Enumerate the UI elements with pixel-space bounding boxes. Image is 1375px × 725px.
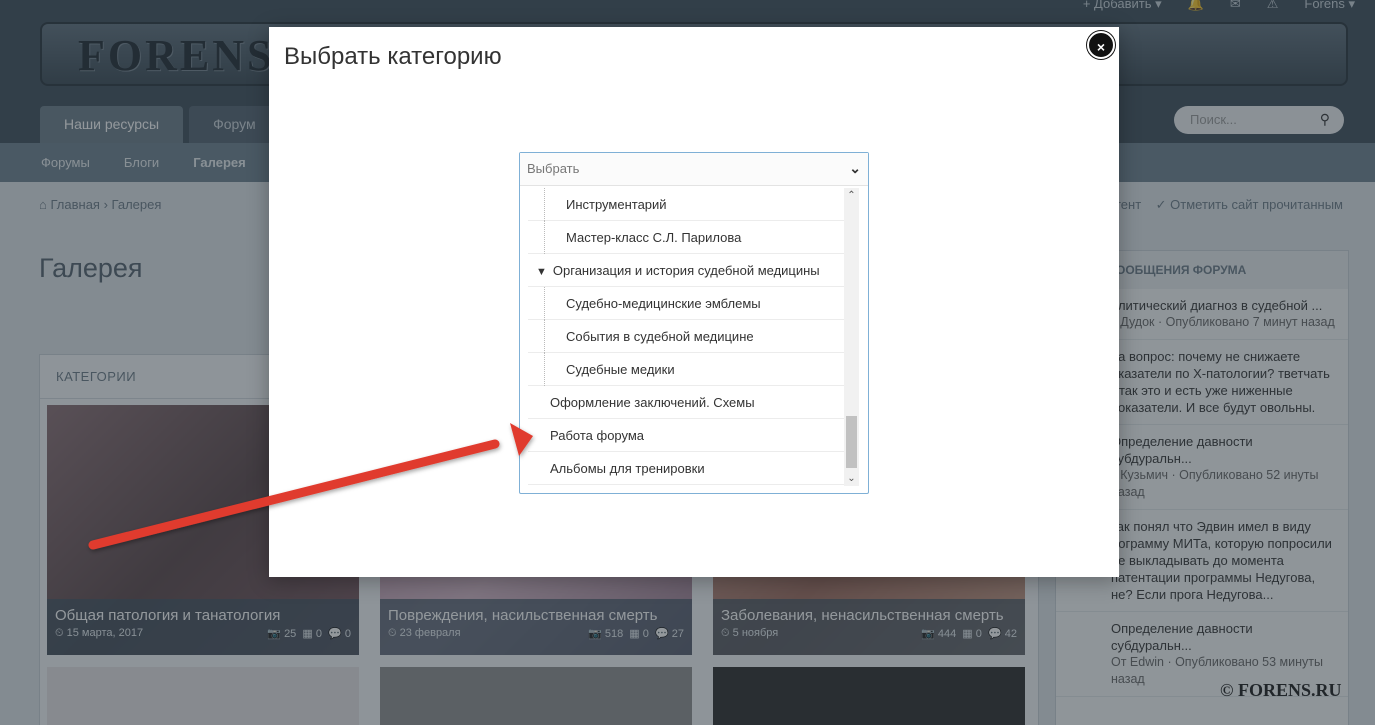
select-category-dialog: Выбрать категорию × Выбрать ⌄ Инструмент…	[269, 27, 1119, 577]
dialog-title: Выбрать категорию	[284, 43, 502, 70]
option-events[interactable]: События в судебной медицине	[528, 320, 844, 353]
option-emblems[interactable]: Судебно-медицинские эмблемы	[528, 287, 844, 320]
expanded-triangle-icon[interactable]: ▼	[536, 266, 547, 278]
scrollbar-thumb[interactable]	[846, 416, 857, 468]
option-instruments[interactable]: Инструментарий	[528, 188, 844, 221]
options-scrollbar[interactable]: ⌃ ⌄	[844, 188, 859, 486]
chevron-down-icon[interactable]: ⌄	[849, 153, 861, 184]
option-training-albums[interactable]: Альбомы для тренировки	[528, 452, 844, 485]
select-placeholder: Выбрать	[527, 161, 580, 176]
option-label: Организация и история судебной медицины	[552, 263, 820, 278]
select-toggle[interactable]: Выбрать ⌄	[520, 153, 868, 186]
close-button[interactable]: ×	[1087, 31, 1115, 59]
option-forum-work[interactable]: Работа форума	[528, 419, 844, 452]
category-options-list: Инструментарий Мастер-класс С.Л. Парилов…	[528, 188, 844, 486]
option-master-class[interactable]: Мастер-класс С.Л. Парилова	[528, 221, 844, 254]
category-select[interactable]: Выбрать ⌄ Инструментарий Мастер-класс С.…	[519, 152, 869, 494]
option-organization-history[interactable]: ▼ Организация и история судебной медицины	[528, 254, 844, 287]
option-conclusions-schemes[interactable]: Оформление заключений. Схемы	[528, 386, 844, 419]
scroll-up-icon[interactable]: ⌃	[844, 188, 859, 203]
option-forensic-doctors[interactable]: Судебные медики	[528, 353, 844, 386]
scroll-down-icon[interactable]: ⌄	[844, 471, 859, 486]
